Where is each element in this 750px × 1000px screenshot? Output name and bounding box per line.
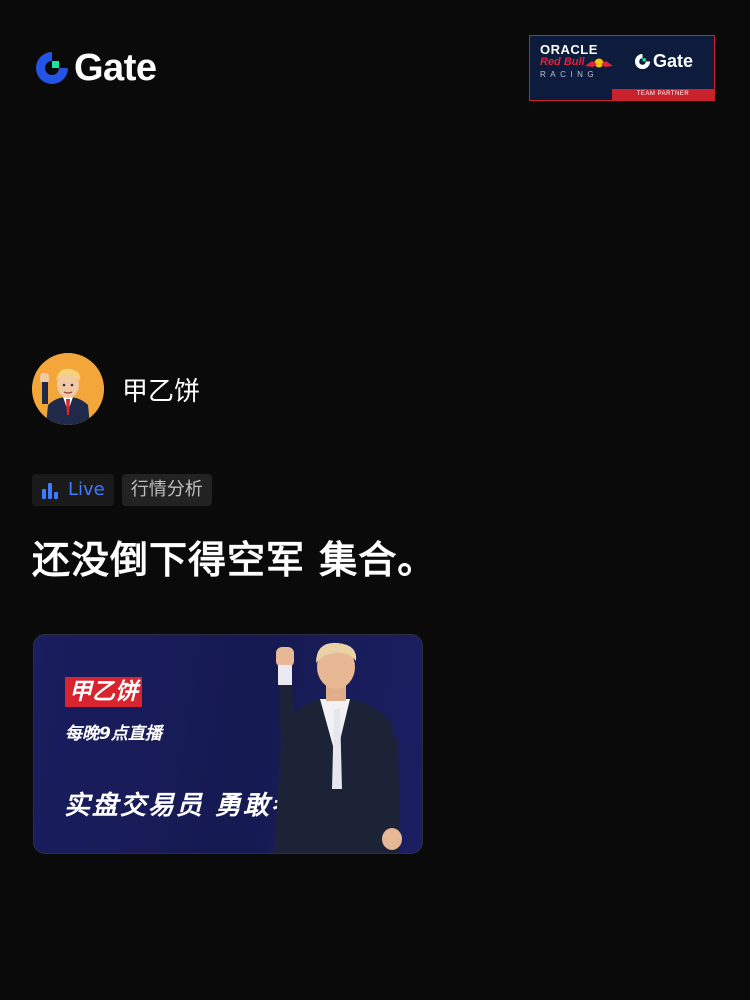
partner-gate-logo: Gate [634,51,693,72]
author-name[interactable]: 甲乙饼 [122,371,200,408]
post-text: 还没倒下得空军 集合。 [32,538,437,582]
gate-logo-text: Gate [74,47,157,89]
topic-tag[interactable]: 行情分析 [121,474,212,506]
gate-logo[interactable]: Gate [34,47,157,89]
partner-red-bull-text: Red Bull [540,56,585,68]
bar-chart-icon [42,483,58,499]
banner-streamer-name: 甲乙饼 [65,677,142,707]
oracle-red-bull-partner-badge[interactable]: ORACLE Red Bull RACING Gate TEAM PARTNER [529,35,715,101]
partner-oracle-text: ORACLE [540,42,598,57]
live-tag[interactable]: Live [32,474,114,506]
trump-fist-photo [274,642,402,853]
team-partner-strip: TEAM PARTNER [612,89,714,100]
avatar[interactable] [32,353,104,425]
gate-logo-icon [36,52,68,84]
live-tag-label: Live [68,479,105,500]
banner-schedule: 每晚9点直播 [65,724,162,744]
live-stream-banner[interactable]: 甲乙饼 每晚9点直播 实盘交易员 勇敢者游戏 [33,634,423,854]
author-row[interactable]: 甲乙饼 [32,353,200,425]
red-bull-icon [585,58,613,68]
topic-tag-label: 行情分析 [130,479,203,500]
gate-small-icon [634,53,651,70]
trump-cartoon-avatar-icon [32,353,104,425]
tag-row: Live 行情分析 [32,474,212,506]
partner-racing-text: RACING [540,70,599,79]
partner-gate-text: Gate [653,51,694,71]
